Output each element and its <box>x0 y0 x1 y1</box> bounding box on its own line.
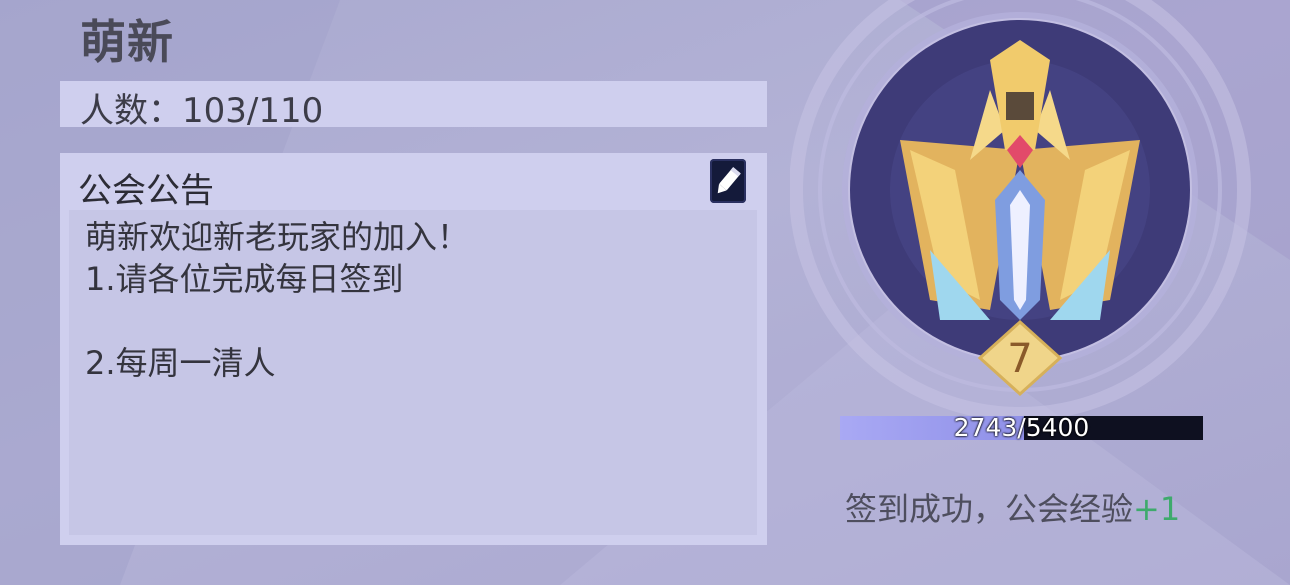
guild-level: 7 <box>1007 336 1032 382</box>
notice-line-2: 1.请各位完成每日签到 <box>85 260 404 298</box>
guild-exp-text: 2743/5400 <box>953 413 1090 442</box>
guild-name: 萌新 <box>80 15 174 69</box>
checkin-message: 签到成功，公会经验 <box>845 490 1134 528</box>
guild-emblem: 7 <box>790 0 1251 420</box>
pencil-icon <box>717 167 741 194</box>
notice-title: 公会公告 <box>78 171 214 211</box>
notice-content: 萌新欢迎新老玩家的加入！ 1.请各位完成每日签到 2.每周一清人 <box>69 210 757 535</box>
notice-line-4: 2.每周一清人 <box>85 344 276 382</box>
guild-exp-bar: 2743/5400 <box>840 413 1203 442</box>
guild-notice-panel: 公会公告 萌新欢迎新老玩家的加入！ 1.请各位完成每日签到 2.每周一清人 <box>60 153 767 545</box>
notice-line-1: 萌新欢迎新老玩家的加入！ <box>85 218 470 256</box>
emblem-crown-block <box>1006 92 1034 120</box>
member-count-bar: 人数：103/110 <box>60 81 767 131</box>
checkin-status: 签到成功，公会经验+1 <box>845 484 1180 530</box>
checkin-bonus: +1 <box>1133 490 1181 528</box>
edit-notice-button[interactable] <box>710 159 746 203</box>
member-count: 人数：103/110 <box>80 91 324 131</box>
